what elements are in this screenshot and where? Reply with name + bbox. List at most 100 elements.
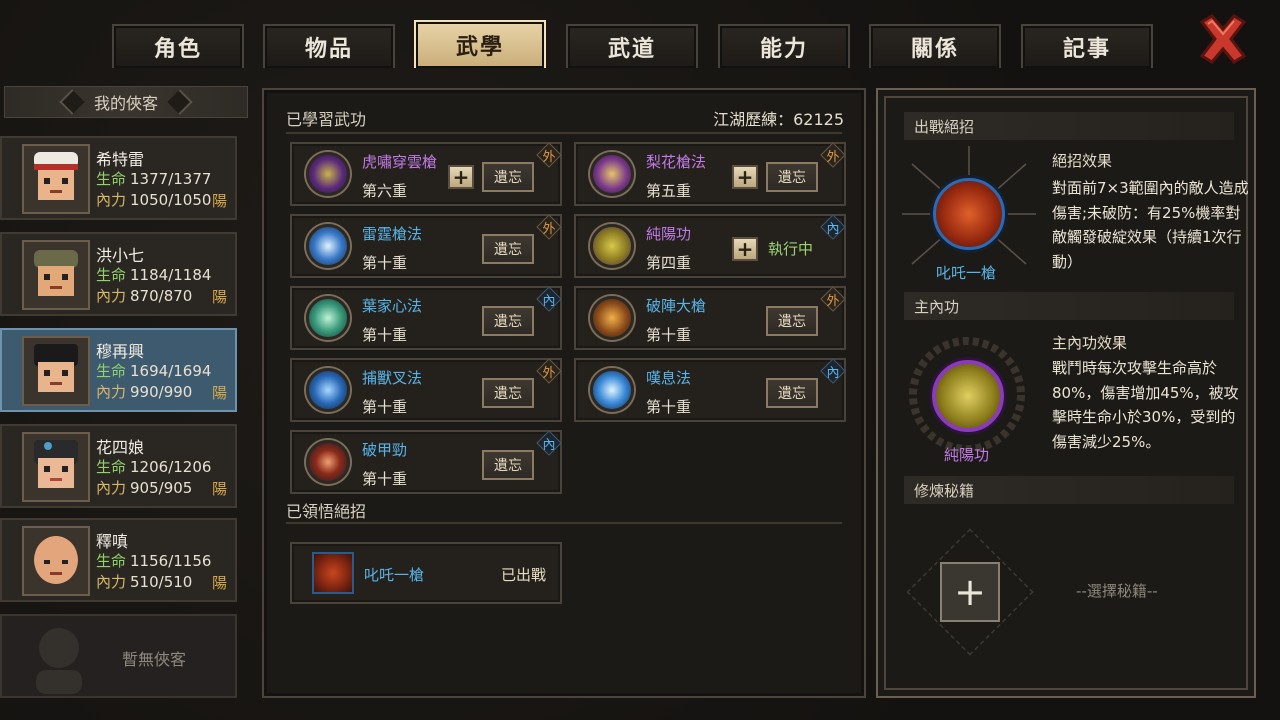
yang-tag: 陽 <box>211 288 227 306</box>
whirlwind-icon <box>306 368 350 412</box>
hero-list: 我的俠客 希特雷 生命 1377/1377 內力 1050/1050 陽 洪小七 生… <box>0 86 250 706</box>
ultimate-name: 叱吒一槍 <box>364 566 425 584</box>
yang-tag: 陽 <box>211 574 227 592</box>
skill-card[interactable]: 破陣大槍 第十重 遺忘 外 <box>574 286 846 350</box>
tab-relations[interactable]: 關係 <box>869 24 1001 68</box>
empty-label: 暫無俠客 <box>122 650 187 669</box>
badge-text: 內 <box>542 293 556 309</box>
hero-card-selected[interactable]: 穆再興 生命 1694/1694 內力 990/990 陽 <box>0 328 237 412</box>
tab-martial-arts[interactable]: 武學 <box>414 20 546 68</box>
forget-button[interactable]: 遺忘 <box>482 378 534 408</box>
main-inner-name: 純陽功 <box>944 446 990 464</box>
mp-label: 內力 <box>96 191 127 209</box>
pure-yang-icon[interactable] <box>932 360 1004 432</box>
cultivation-book-title: 修煉秘籍 <box>904 476 1234 504</box>
avatar <box>22 240 90 310</box>
spear-skill-icon <box>306 152 350 196</box>
forget-button[interactable]: 遺忘 <box>482 306 534 336</box>
skill-card[interactable]: 葉家心法 第十重 遺忘 內 <box>290 286 562 350</box>
forget-button[interactable]: 遺忘 <box>766 378 818 408</box>
empty-hero-slot: 暫無俠客 <box>0 614 237 698</box>
hp-value: 1184/1184 <box>130 266 212 284</box>
skill-level: 第四重 <box>646 254 692 272</box>
hero-card[interactable]: 希特雷 生命 1377/1377 內力 1050/1050 陽 <box>0 136 237 220</box>
avatar <box>22 432 90 502</box>
skill-level: 第十重 <box>362 470 408 488</box>
equipped-panel: 出戰絕招 叱吒一槍 絕招效果 對面前7×3範圍內的敵人造成傷害;未破防：有25%… <box>876 88 1256 698</box>
inner-effect-description: 戰鬥時每次攻擊生命高於80%，傷害增加45%，被攻擊時生命小於30%，受到的傷害… <box>1052 359 1239 451</box>
hero-card[interactable]: 洪小七 生命 1184/1184 內力 870/870 陽 <box>0 232 237 316</box>
yang-tag: 陽 <box>211 384 227 402</box>
skill-level: 第十重 <box>362 398 408 416</box>
skill-name: 虎嘯穿雲槍 <box>362 153 438 171</box>
avatar <box>22 526 90 596</box>
forget-button[interactable]: 遺忘 <box>766 162 818 192</box>
skill-card[interactable]: 虎嘯穿雲槍 第六重 + 遺忘 外 <box>290 142 562 206</box>
skill-name: 捕獸叉法 <box>362 369 423 387</box>
upgrade-button[interactable]: + <box>732 237 758 261</box>
battle-ultimate-title: 出戰絕招 <box>904 112 1234 140</box>
skill-card[interactable]: 嘆息法 第十重 遺忘 內 <box>574 358 846 422</box>
skill-card[interactable]: 雷霆槍法 第十重 遺忘 外 <box>290 214 562 278</box>
hero-card[interactable]: 花四娘 生命 1206/1206 內力 905/905 陽 <box>0 424 237 508</box>
learned-title: 已學習武功 <box>286 110 367 129</box>
hero-name: 花四娘 <box>96 438 145 457</box>
hp-value: 1156/1156 <box>130 552 212 570</box>
internal-badge: 內 <box>536 430 562 456</box>
forget-button[interactable]: 遺忘 <box>482 450 534 480</box>
my-heroes-label: 我的俠客 <box>4 86 248 118</box>
badge-text: 內 <box>826 365 840 381</box>
avatar <box>22 336 90 406</box>
skill-level: 第十重 <box>362 254 408 272</box>
spear-burst-icon[interactable] <box>933 178 1005 250</box>
tab-items[interactable]: 物品 <box>263 24 395 68</box>
upgrade-button[interactable]: + <box>732 165 758 189</box>
skill-name: 破甲勁 <box>362 441 408 459</box>
hero-name: 釋嗔 <box>96 532 129 551</box>
internal-badge: 內 <box>820 214 846 240</box>
upgrade-button[interactable]: + <box>448 165 474 189</box>
experience-label: 江湖歷練：62125 <box>713 110 844 129</box>
mp-label: 內力 <box>96 383 127 401</box>
sigh-skill-icon <box>590 368 634 412</box>
spear-burst-icon <box>312 552 354 594</box>
ultimate-skill-card[interactable]: 叱吒一槍 已出戰 <box>290 542 562 604</box>
hero-name: 洪小七 <box>96 246 145 265</box>
mp-value: 870/870 <box>130 287 193 305</box>
skill-card[interactable]: 捕獸叉法 第十重 遺忘 外 <box>290 358 562 422</box>
tab-martial-way[interactable]: 武道 <box>566 24 698 68</box>
skill-name: 純陽功 <box>646 225 692 243</box>
choose-book-label[interactable]: --選擇秘籍-- <box>1076 580 1158 601</box>
skill-card[interactable]: 破甲勁 第十重 遺忘 內 <box>290 430 562 494</box>
mp-value: 1050/1050 <box>130 191 212 209</box>
external-badge: 外 <box>820 142 846 168</box>
badge-text: 外 <box>826 149 840 165</box>
add-book-button[interactable]: + <box>940 562 1000 622</box>
skill-card[interactable]: 梨花槍法 第五重 + 遺忘 外 <box>574 142 846 206</box>
tab-character[interactable]: 角色 <box>112 24 244 68</box>
badge-text: 內 <box>826 221 840 237</box>
tab-bar: 角色 物品 武學 武道 能力 關係 記事 <box>112 18 1157 68</box>
tab-abilities[interactable]: 能力 <box>718 24 850 68</box>
forget-button[interactable]: 遺忘 <box>482 234 534 264</box>
hero-card[interactable]: 釋嗔 生命 1156/1156 內力 510/510 陽 <box>0 518 237 602</box>
close-icon[interactable] <box>1196 12 1250 66</box>
effect-title: 絕招效果 <box>1052 152 1113 170</box>
external-badge: 外 <box>536 142 562 168</box>
tab-journal[interactable]: 記事 <box>1021 24 1153 68</box>
effect-description: 對面前7×3範圍內的敵人造成傷害;未破防：有25%機率對敵觸發破綻效果（持續1次… <box>1052 179 1249 271</box>
skill-level: 第十重 <box>362 326 408 344</box>
mp-label: 內力 <box>96 479 127 497</box>
skill-card[interactable]: 純陽功 第四重 + 執行中 內 <box>574 214 846 278</box>
badge-text: 外 <box>826 293 840 309</box>
forget-button[interactable]: 遺忘 <box>482 162 534 192</box>
skill-name: 雷霆槍法 <box>362 225 423 243</box>
skill-level: 第六重 <box>362 182 408 200</box>
skill-name: 破陣大槍 <box>646 297 707 315</box>
pure-yang-icon <box>590 224 634 268</box>
internal-badge: 內 <box>820 358 846 384</box>
external-badge: 外 <box>820 286 846 312</box>
badge-text: 外 <box>542 221 556 237</box>
forget-button[interactable]: 遺忘 <box>766 306 818 336</box>
silhouette-icon <box>36 628 82 694</box>
